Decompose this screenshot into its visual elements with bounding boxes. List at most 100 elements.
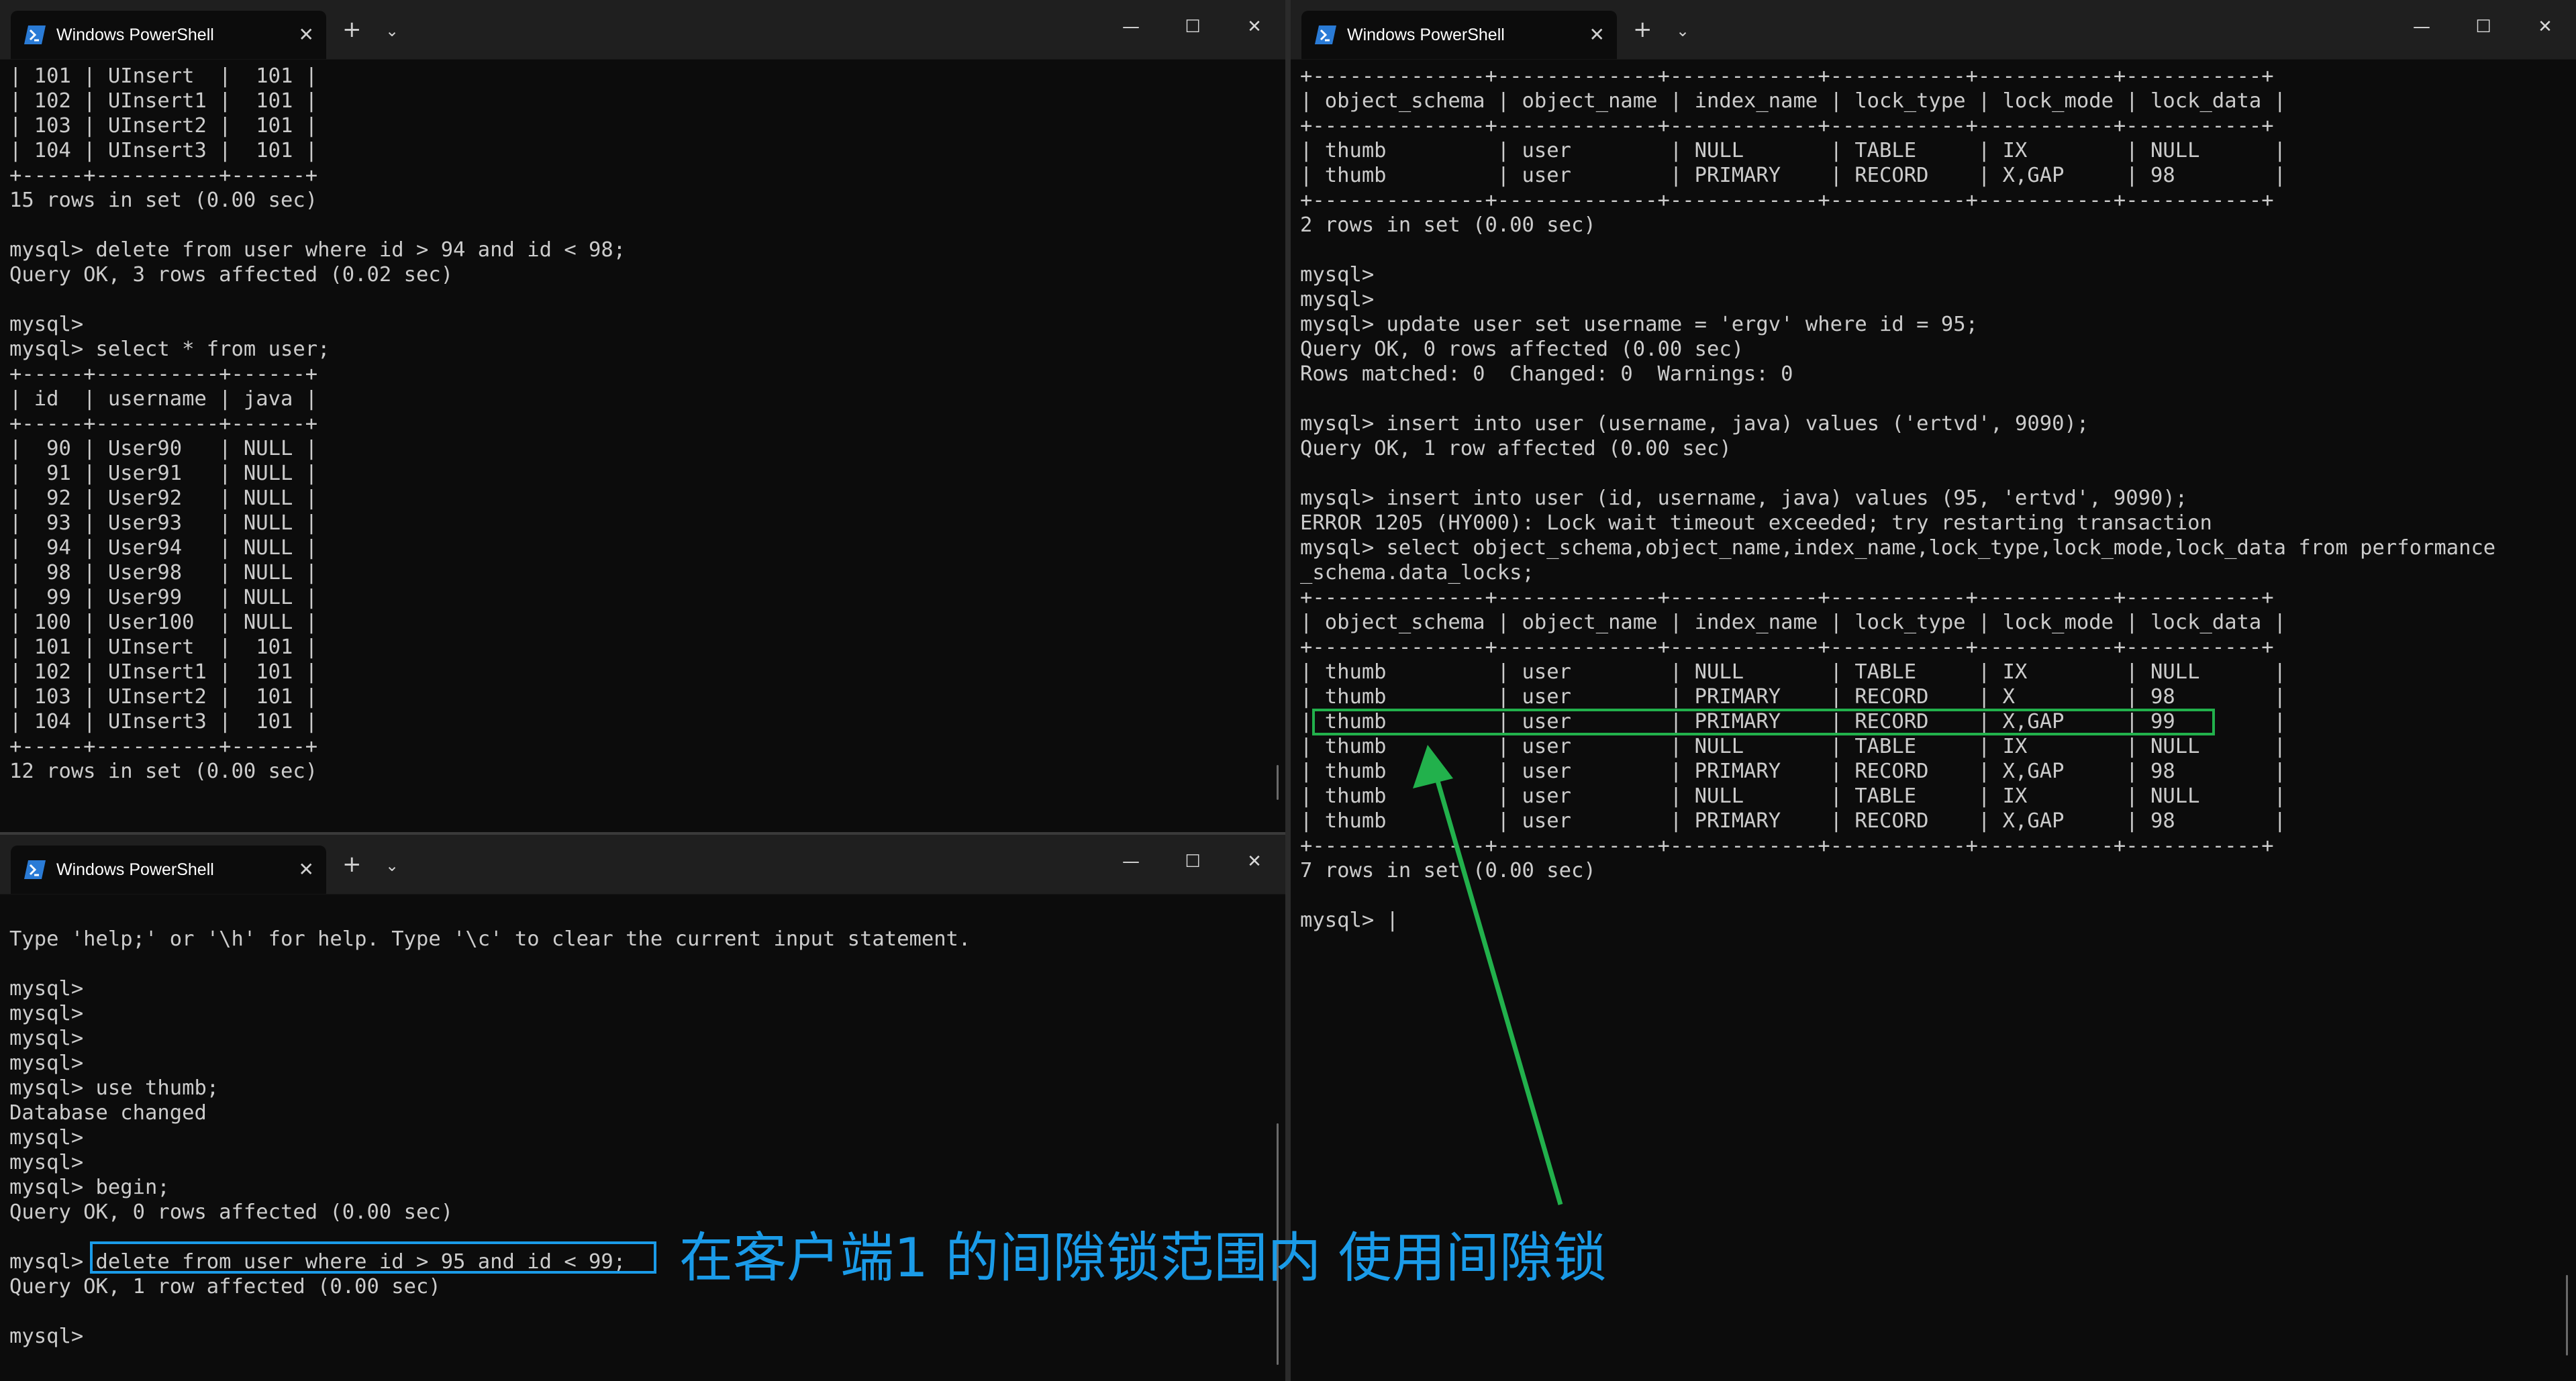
minimize-icon[interactable]: — [2391,0,2453,54]
minimize-icon[interactable]: — [1100,0,1162,54]
tab-dropdown-chevron-down-icon[interactable]: ⌄ [1676,17,1689,44]
terminal-line: +--------------+-------------+----------… [1300,64,2274,88]
terminal-line: | thumb | user | NULL | TABLE | IX | NUL… [1300,784,2287,808]
terminal-line: | 102 | UInsert1 | 101 | [9,89,318,113]
tab-title: Windows PowerShell [56,25,214,44]
terminal-line: mysql> [9,1325,84,1348]
terminal-line: | thumb | user | PRIMARY | RECORD | X,GA… [1300,809,2287,833]
tab-title: Windows PowerShell [56,860,214,879]
tab-windows-powershell[interactable]: Windows PowerShell ✕ [1301,11,1617,59]
scrollbar-thumb[interactable] [1277,765,1279,800]
terminal-line: | id | username | java | [9,387,318,411]
new-tab-plus-icon[interactable]: + [342,16,362,43]
highlight-box-gap-lock-row [1312,709,2215,735]
maximize-icon[interactable]: ☐ [1162,835,1224,888]
terminal-line: | 104 | UInsert3 | 101 | [9,139,318,162]
terminal-line: mysql> [1300,263,1375,287]
terminal-line: +-----+----------+------+ [9,735,318,758]
terminal-line: +--------------+-------------+----------… [1300,635,2274,659]
terminal-line: 12 rows in set (0.00 sec) [9,760,318,783]
window-close-icon[interactable]: ✕ [2514,0,2576,54]
terminal-line: mysql> [9,313,84,336]
terminal-line: | 102 | UInsert1 | 101 | [9,660,318,684]
terminal-line: | 98 | User98 | NULL | [9,561,318,584]
annotation-text: 在客户端1 的间隙锁范围内 使用间隙锁 [679,1227,1607,1289]
maximize-icon[interactable]: ☐ [2453,0,2514,54]
pane-divider-vertical[interactable] [1285,0,1291,1381]
terminal-line: Query OK, 0 rows affected (0.00 sec) [9,1200,454,1224]
terminal-line: +--------------+-------------+----------… [1300,586,2274,609]
title-bar[interactable]: Windows PowerShell ✕ + ⌄ — ☐ ✕ [0,835,1285,894]
new-tab-plus-icon[interactable]: + [342,851,362,878]
window-close-icon[interactable]: ✕ [1224,835,1285,888]
terminal-line: 15 rows in set (0.00 sec) [9,189,318,212]
terminal-line: _schema.data_locks; [1300,561,1534,584]
tab-close-icon[interactable]: ✕ [299,21,314,48]
terminal-output[interactable]: | 101 | UInsert | 101 | | 102 | UInsert1 … [9,64,626,784]
terminal-line: 7 rows in set (0.00 sec) [1300,859,1596,882]
minimize-icon[interactable]: — [1100,835,1162,888]
terminal-line: mysql> update user set username = 'ergv'… [1300,313,1978,336]
terminal-window-bottom-left[interactable]: Windows PowerShell ✕ + ⌄ — ☐ ✕ Type 'hel… [0,835,1285,1381]
terminal-line: Database changed [9,1101,207,1125]
tab-dropdown-chevron-down-icon[interactable]: ⌄ [385,852,399,879]
new-tab-plus-icon[interactable]: + [1633,16,1652,43]
terminal-line: +-----+----------+------+ [9,362,318,386]
terminal-line: mysql> [1300,288,1375,311]
tab-close-icon[interactable]: ✕ [1589,21,1605,48]
terminal-line: | thumb | user | NULL | TABLE | IX | NUL… [1300,660,2287,684]
terminal-line: mysql> [9,1126,84,1149]
tab-dropdown-chevron-down-icon[interactable]: ⌄ [385,17,399,44]
terminal-line: | thumb | user | NULL | TABLE | IX | NUL… [1300,735,2287,758]
terminal-line: ERROR 1205 (HY000): Lock wait timeout ex… [1300,511,2212,535]
terminal-window-top-left[interactable]: Windows PowerShell ✕ + ⌄ — ☐ ✕ | 101 | U… [0,0,1285,832]
highlight-box-delete-statement [90,1241,656,1274]
terminal-line: | 103 | UInsert2 | 101 | [9,114,318,138]
tab-windows-powershell[interactable]: Windows PowerShell ✕ [11,11,326,59]
terminal-line: +--------------+-------------+----------… [1300,114,2274,138]
terminal-line: Query OK, 1 row affected (0.00 sec) [1300,437,1732,460]
terminal-line: mysql> [9,1151,84,1174]
terminal-line: Query OK, 3 rows affected (0.02 sec) [9,263,454,287]
terminal-line: | thumb | user | PRIMARY | RECORD | X,GA… [1300,760,2287,783]
terminal-line: | thumb | user | NULL | TABLE | IX | NUL… [1300,139,2287,162]
terminal-window-right[interactable]: Windows PowerShell ✕ + ⌄ — ☐ ✕ +--------… [1291,0,2576,1381]
window-close-icon[interactable]: ✕ [1224,0,1285,54]
terminal-line: | 90 | User90 | NULL | [9,437,318,460]
terminal-line: | 100 | User100 | NULL | [9,611,318,634]
terminal-line: | 104 | UInsert3 | 101 | [9,710,318,733]
terminal-line: Type 'help;' or '\h' for help. Type '\c'… [9,927,971,951]
terminal-line: | thumb | user | PRIMARY | RECORD | X | … [1300,685,2287,709]
terminal-line: mysql> [9,977,84,1001]
tab-title: Windows PowerShell [1347,25,1505,44]
title-bar[interactable]: Windows PowerShell ✕ + ⌄ — ☐ ✕ [0,0,1285,60]
terminal-line: mysql> select object_schema,object_name,… [1300,536,2496,560]
terminal-line: mysql> insert into user (username, java)… [1300,412,2089,436]
tab-close-icon[interactable]: ✕ [299,856,314,883]
terminal-line: Rows matched: 0 Changed: 0 Warnings: 0 [1300,362,1793,386]
terminal-line: | 92 | User92 | NULL | [9,487,318,510]
terminal-line: mysql> [9,1027,84,1050]
terminal-line: mysql> [9,1002,84,1025]
title-bar[interactable]: Windows PowerShell ✕ + ⌄ — ☐ ✕ [1291,0,2576,60]
terminal-line: | object_schema | object_name | index_na… [1300,611,2287,634]
terminal-line: +--------------+-------------+----------… [1300,834,2274,858]
terminal-line: | 94 | User94 | NULL | [9,536,318,560]
terminal-line: | 103 | UInsert2 | 101 | [9,685,318,709]
terminal-line: mysql> use thumb; [9,1076,219,1100]
terminal-line: | 101 | UInsert | 101 | [9,635,318,659]
maximize-icon[interactable]: ☐ [1162,0,1224,54]
terminal-line: +-----+----------+------+ [9,412,318,436]
powershell-icon [24,860,46,879]
terminal-output[interactable]: +--------------+-------------+----------… [1300,64,2495,933]
terminal-line: mysql> [9,1052,84,1075]
scrollbar-thumb[interactable] [2566,1275,2568,1356]
tab-windows-powershell[interactable]: Windows PowerShell ✕ [11,846,326,894]
